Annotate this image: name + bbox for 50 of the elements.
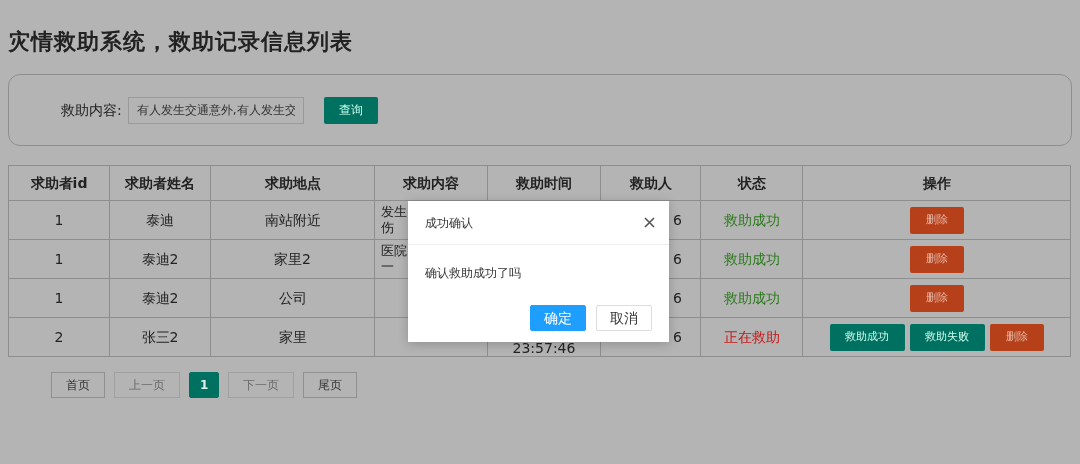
table-cell: 南站附近 bbox=[210, 200, 375, 240]
column-header: 状态 bbox=[700, 165, 803, 201]
confirm-button[interactable]: 确定 bbox=[530, 305, 586, 331]
table-cell: 1 bbox=[8, 200, 110, 240]
dialog-title: 成功确认 bbox=[425, 214, 473, 232]
column-header: 操作 bbox=[802, 165, 1071, 201]
page-button[interactable]: 首页 bbox=[51, 372, 105, 399]
table-cell-text: 6 bbox=[673, 290, 682, 307]
dialog-message: 确认救助成功了吗 bbox=[424, 265, 522, 282]
column-header: 救助时间 bbox=[487, 165, 601, 201]
status-text: 救助成功 bbox=[723, 251, 780, 268]
table-cell: 家里 bbox=[210, 317, 375, 357]
column-header: 求助地点 bbox=[210, 165, 375, 201]
close-icon[interactable] bbox=[644, 217, 655, 228]
column-header: 求助内容 bbox=[374, 165, 488, 201]
table-cell: 1 bbox=[8, 239, 110, 279]
table-cell-text: 6 bbox=[673, 329, 682, 346]
column-header: 求助者id bbox=[8, 165, 110, 201]
status-text: 救助成功 bbox=[723, 212, 780, 229]
page-title: 灾情救助系统，救助记录信息列表 bbox=[8, 28, 354, 55]
page-button[interactable]: 尾页 bbox=[303, 372, 358, 399]
page-number[interactable]: 1 bbox=[189, 372, 220, 399]
delete-button[interactable]: 删除 bbox=[909, 284, 964, 312]
table-cell: 1 bbox=[8, 278, 110, 318]
delete-button[interactable]: 删除 bbox=[909, 245, 964, 273]
table-cell: 泰迪2 bbox=[109, 239, 211, 279]
table-cell-text: 6 bbox=[673, 251, 682, 268]
table-cell-text: 一 bbox=[381, 259, 394, 276]
table-cell-text: 23:57:46 bbox=[512, 340, 576, 357]
table-cell: 张三2 bbox=[109, 317, 211, 357]
column-header: 救助人 bbox=[600, 165, 701, 201]
table-cell: 家里2 bbox=[210, 239, 375, 279]
search-label: 救助内容: bbox=[61, 100, 122, 120]
table-cell: 公司 bbox=[210, 278, 375, 318]
table-cell-text: 伤 bbox=[381, 220, 394, 237]
column-header: 求助者姓名 bbox=[109, 165, 211, 201]
table-cell: 泰迪2 bbox=[109, 278, 211, 318]
action-button[interactable]: 救助成功 bbox=[829, 323, 905, 351]
delete-button[interactable]: 删除 bbox=[989, 323, 1044, 351]
delete-button[interactable]: 删除 bbox=[909, 206, 964, 234]
table-cell: 2 bbox=[8, 317, 110, 357]
cancel-button[interactable]: 取消 bbox=[596, 305, 652, 331]
table-cell: 泰迪 bbox=[109, 200, 211, 240]
search-button[interactable]: 查询 bbox=[323, 96, 378, 124]
status-text: 救助成功 bbox=[723, 290, 780, 307]
table-cell-text: 发生 bbox=[381, 204, 407, 221]
action-button[interactable]: 救助失败 bbox=[909, 323, 985, 351]
table-cell-text: 6 bbox=[673, 212, 682, 229]
table-cell-text: 医院 bbox=[381, 243, 407, 260]
status-text: 正在救助 bbox=[723, 329, 780, 346]
